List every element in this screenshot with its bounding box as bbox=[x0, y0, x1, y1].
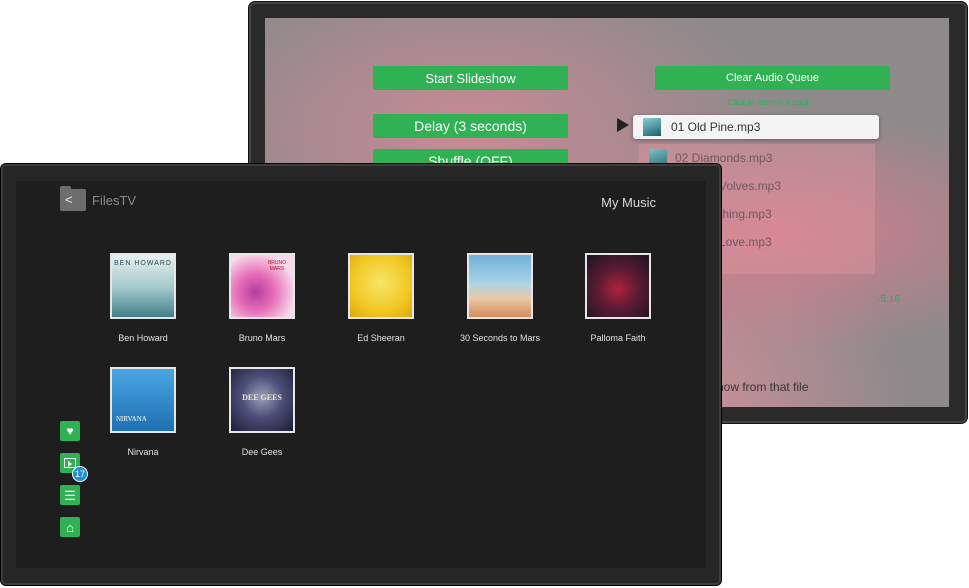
now-playing-arrow-icon bbox=[617, 118, 629, 132]
queue-item-label: Volves.mp3 bbox=[719, 179, 782, 193]
play-queue-badge: 17 bbox=[72, 466, 88, 482]
queue-item-label: 01 Old Pine.mp3 bbox=[671, 120, 761, 134]
album-tile[interactable]: BRUNO MARS Bruno Mars bbox=[207, 253, 317, 343]
queue-item-label: thing.mp3 bbox=[719, 207, 772, 221]
album-tile[interactable]: 30 Seconds to Mars bbox=[445, 253, 555, 343]
delay-button[interactable]: Delay (3 seconds) bbox=[373, 114, 568, 138]
album-thumb bbox=[643, 118, 661, 136]
album-label: 30 Seconds to Mars bbox=[459, 333, 541, 343]
time-remaining: -5:16 bbox=[877, 294, 900, 305]
my-music-screen: < FilesTV My Music BEN HOWARD Ben Howard… bbox=[16, 181, 706, 568]
queue-hint: Click to remove a track bbox=[728, 98, 810, 107]
album-cover bbox=[467, 253, 533, 319]
album-label: Palloma Faith bbox=[590, 333, 646, 343]
album-tile[interactable]: NIRVANA Nirvana bbox=[88, 367, 198, 457]
queue-item-label: Love.mp3 bbox=[719, 235, 772, 249]
favorites-button[interactable]: ♥ bbox=[60, 421, 80, 441]
front-tv: < FilesTV My Music BEN HOWARD Ben Howard… bbox=[1, 164, 721, 585]
home-button[interactable]: ⌂ bbox=[60, 517, 80, 537]
album-cover bbox=[348, 253, 414, 319]
cover-title: NIRVANA bbox=[116, 415, 147, 423]
cover-title: BRUNO MARS bbox=[267, 260, 287, 272]
album-cover: NIRVANA bbox=[110, 367, 176, 433]
album-label: Ed Sheeran bbox=[357, 333, 405, 343]
cover-title: BEN HOWARD bbox=[114, 260, 172, 267]
clear-audio-queue-button[interactable]: Clear Audio Queue bbox=[655, 66, 890, 90]
album-cover: BRUNO MARS bbox=[229, 253, 295, 319]
album-tile[interactable]: Ed Sheeran bbox=[326, 253, 436, 343]
album-label: Ben Howard bbox=[118, 333, 168, 343]
home-icon: ⌂ bbox=[66, 519, 74, 535]
album-tile[interactable]: Palloma Faith bbox=[563, 253, 673, 343]
heart-icon: ♥ bbox=[66, 424, 74, 438]
slideshow-file-option[interactable]: how from that file bbox=[717, 380, 808, 394]
album-tile[interactable]: DEE GEES Dee Gees bbox=[207, 367, 317, 457]
cover-title: DEE GEES bbox=[242, 393, 282, 402]
queue-item-active[interactable]: 01 Old Pine.mp3 bbox=[633, 115, 879, 139]
album-tile[interactable]: BEN HOWARD Ben Howard bbox=[88, 253, 198, 343]
queue-item-label: 02 Diamonds.mp3 bbox=[675, 151, 773, 165]
album-label: Bruno Mars bbox=[238, 333, 286, 343]
page-title: My Music bbox=[601, 195, 656, 210]
list-icon: ☰ bbox=[64, 487, 76, 503]
share-folder-icon: < bbox=[60, 186, 86, 211]
album-cover: DEE GEES bbox=[229, 367, 295, 433]
stage: Start Slideshow Delay (3 seconds) Shuffl… bbox=[0, 0, 969, 588]
app-name: FilesTV bbox=[92, 192, 137, 208]
album-cover bbox=[585, 253, 651, 319]
audio-queue-button[interactable]: ☰ bbox=[60, 485, 80, 505]
play-queue-icon bbox=[64, 458, 76, 468]
app-logo: < FilesTV bbox=[60, 186, 137, 211]
album-label: Dee Gees bbox=[241, 447, 283, 457]
album-cover: BEN HOWARD bbox=[110, 253, 176, 319]
start-slideshow-button[interactable]: Start Slideshow bbox=[373, 66, 568, 90]
album-label: Nirvana bbox=[127, 447, 159, 457]
